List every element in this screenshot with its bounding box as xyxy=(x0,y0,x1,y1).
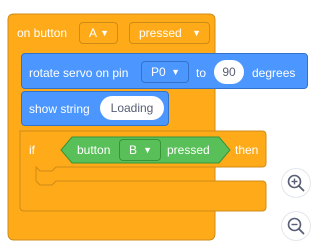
zoom-in-icon xyxy=(287,174,305,192)
chevron-down-icon: ▼ xyxy=(192,28,201,38)
rotate-servo-label: rotate servo on pin xyxy=(29,66,129,80)
then-label: then xyxy=(235,143,259,157)
condition-suffix-label: pressed xyxy=(167,143,210,157)
hat-block-label: on button xyxy=(17,26,68,40)
pin-dropdown-value: P0 xyxy=(151,65,166,79)
button-dropdown-value: A xyxy=(89,26,98,40)
show-string-label: show string xyxy=(29,102,90,116)
zoom-in-button[interactable] xyxy=(282,169,310,197)
event-dropdown-value: pressed xyxy=(139,26,182,40)
pin-dropdown[interactable]: P0 ▼ xyxy=(141,61,189,83)
button-dropdown[interactable]: A ▼ xyxy=(79,22,118,44)
zoom-out-button[interactable] xyxy=(282,212,310,240)
if-label: if xyxy=(29,143,35,157)
condition-button-value: B xyxy=(129,143,138,157)
event-dropdown[interactable]: pressed ▼ xyxy=(129,22,210,44)
chevron-down-icon: ▼ xyxy=(100,28,109,38)
degrees-label: degrees xyxy=(252,66,296,80)
chevron-down-icon: ▼ xyxy=(171,67,180,77)
to-label: to xyxy=(196,66,207,80)
string-input[interactable]: Loading xyxy=(100,96,164,120)
condition-prefix-label: button xyxy=(77,143,111,157)
zoom-out-icon xyxy=(287,217,305,235)
chevron-down-icon: ▼ xyxy=(143,145,152,155)
condition-button-dropdown[interactable]: B ▼ xyxy=(119,139,161,161)
angle-input[interactable]: 90 xyxy=(214,60,244,84)
